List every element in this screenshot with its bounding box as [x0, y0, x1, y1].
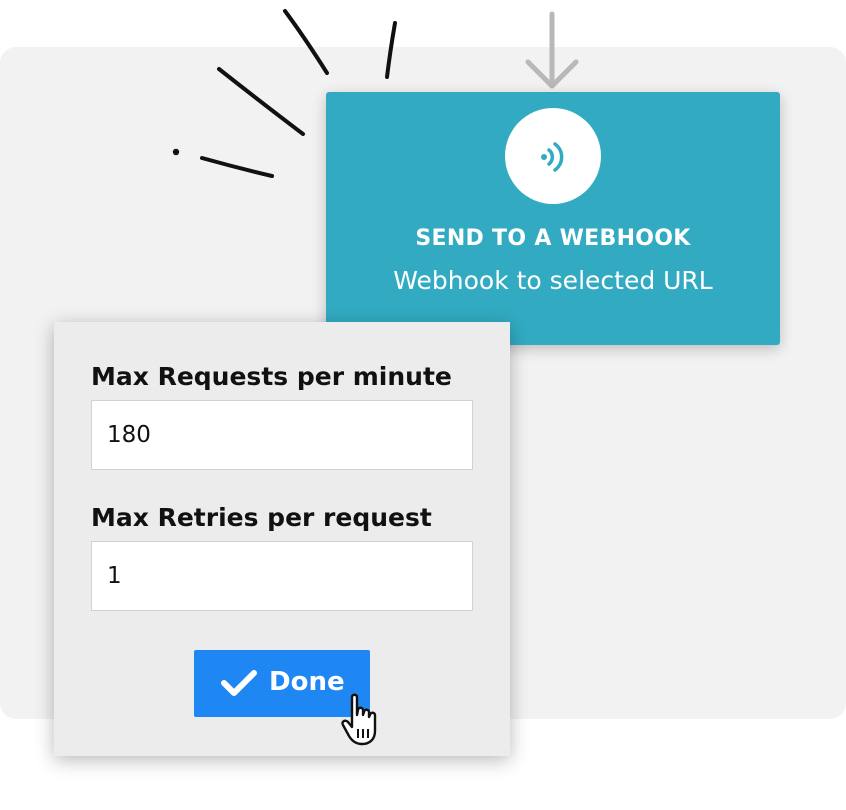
max-retries-input[interactable] [91, 541, 473, 611]
done-button-label: Done [269, 667, 345, 697]
card-title: SEND TO A WEBHOOK [415, 226, 691, 251]
webhook-icon-badge [505, 108, 601, 204]
canvas: SEND TO A WEBHOOK Webhook to selected UR… [0, 0, 846, 810]
webhook-action-card[interactable]: SEND TO A WEBHOOK Webhook to selected UR… [326, 92, 780, 345]
pointer-hand-icon [341, 693, 377, 746]
webhook-settings-panel: Max Requests per minute Max Retries per … [54, 322, 510, 756]
max-requests-label: Max Requests per minute [91, 362, 452, 391]
card-subtitle: Webhook to selected URL [393, 266, 713, 295]
max-requests-input[interactable] [91, 400, 473, 470]
webhook-signal-icon [541, 142, 564, 172]
max-retries-label: Max Retries per request [91, 503, 432, 532]
checkmark-icon [221, 670, 257, 696]
